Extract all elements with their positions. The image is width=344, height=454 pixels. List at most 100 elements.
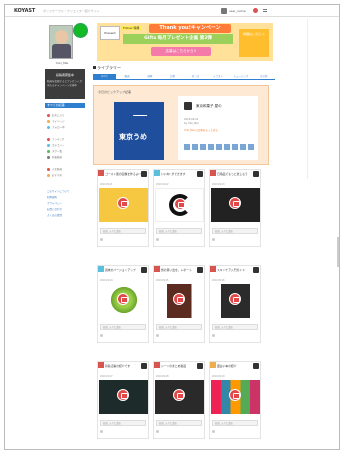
sidebar-link[interactable]: このサイトについて — [47, 189, 69, 193]
tab-item[interactable]: イラスト — [207, 74, 230, 79]
card-thumbnail[interactable] — [99, 188, 148, 222]
campaign-banner[interactable]: Present Follow 特典 Thank you!キャンペーン Gifts… — [97, 23, 273, 61]
promo-text: 動画を投稿するとプレゼントが当たるキャンペーン実施中 — [47, 80, 83, 87]
sidebar-item[interactable]: ランキング — [47, 137, 64, 141]
sidebar-item[interactable]: 新着動画 — [47, 155, 62, 159]
avatar-face — [55, 30, 68, 44]
content-card[interactable]: いいね! ができます 2019.09.02 お気に入りに追加 — [153, 169, 205, 247]
tab-item[interactable]: ダンス — [184, 74, 207, 79]
category-flag — [98, 266, 104, 272]
user-name[interactable]: user_name — [229, 9, 246, 13]
card-indicator — [100, 334, 103, 337]
notification-icon[interactable] — [253, 8, 258, 13]
sidebar-link[interactable]: 利用規約 — [47, 195, 57, 199]
card-thumbnail[interactable] — [99, 380, 148, 414]
card-favorite-button[interactable]: お気に入りに追加 — [212, 228, 258, 234]
content-card[interactable]: 週末のバージョンアップ 2019.09.04 お気に入りに追加 — [97, 265, 149, 343]
sidebar-link[interactable]: お問い合わせ — [47, 207, 62, 211]
card-indicator — [212, 238, 215, 241]
card-favorite-button[interactable]: お気に入りに追加 — [100, 324, 146, 330]
video-icon[interactable] — [173, 293, 185, 305]
card-date: 2019.09.08 — [156, 375, 169, 378]
card-title[interactable]: 日用品でもっと楽しもう — [217, 172, 253, 176]
card-title[interactable]: 面白い本の紹介 — [217, 364, 253, 368]
video-icon[interactable] — [117, 293, 129, 305]
card-indicator — [100, 430, 103, 433]
featured-article[interactable]: 今日のピックアップ記事 東京うめ 東京和菓子 屋の 2019.09.01 by … — [93, 85, 269, 165]
tab-item[interactable]: 動画 — [116, 74, 139, 79]
featured-book-cover[interactable]: 東京うめ — [114, 102, 164, 160]
card-thumbnail[interactable] — [155, 380, 204, 414]
sidebar-item[interactable]: おすすめ — [47, 173, 62, 177]
card-title[interactable]: スキンケア入門ガイド — [217, 268, 253, 272]
scrollbar-thumb[interactable] — [337, 237, 339, 267]
sidebar-link[interactable]: プライバシー — [47, 201, 62, 205]
category-tabs: すべて 動画 画像 記事 ダンス イラスト ミュージック その他 — [93, 74, 275, 80]
card-favorite-button[interactable]: お気に入りに追加 — [212, 420, 258, 426]
banner-details-button[interactable]: 詳細はこちら ＞ — [239, 29, 269, 57]
sidebar-item[interactable]: タグ一覧 — [47, 149, 62, 153]
card-thumbnail[interactable] — [211, 380, 260, 414]
card-indicator — [156, 334, 159, 337]
video-icon[interactable] — [173, 389, 185, 401]
card-title[interactable]: ゴースト風の画像を作るよ!! — [105, 172, 141, 176]
sidebar-item[interactable]: 人気動画 — [47, 167, 62, 171]
profile-avatar[interactable] — [49, 25, 73, 59]
tab-item[interactable]: その他 — [252, 74, 275, 79]
card-thumbnail[interactable] — [155, 188, 204, 222]
card-favorite-button[interactable]: お気に入りに追加 — [100, 228, 146, 234]
banner-apply-button[interactable]: 応募はこちらから!! — [151, 47, 211, 56]
card-favorite-button[interactable]: お気に入りに追加 — [156, 324, 202, 330]
content-card[interactable]: 日用品でもっと楽しもう 2019.09.03 お気に入りに追加 — [209, 169, 261, 247]
card-title[interactable]: 旅の思い出を。レポート — [161, 268, 197, 272]
video-icon[interactable] — [229, 389, 241, 401]
tab-item[interactable]: ミュージック — [230, 74, 253, 79]
card-title[interactable]: いいね! ができます — [161, 172, 197, 176]
tab-item[interactable]: 記事 — [161, 74, 184, 79]
content-card[interactable]: シーンのまとめ動画 2019.09.08 お気に入りに追加 — [153, 361, 205, 439]
sidebar-item[interactable]: カテゴリー — [47, 143, 65, 147]
category-flag — [154, 362, 160, 368]
card-favorite-button[interactable]: お気に入りに追加 — [212, 324, 258, 330]
card-thumbnail[interactable] — [99, 284, 148, 318]
menu-icon[interactable] — [263, 9, 267, 12]
content-card[interactable]: スキンケア入門ガイド 2019.09.06 お気に入りに追加 — [209, 265, 261, 343]
card-title[interactable]: 新着記事の紹介です — [105, 364, 141, 368]
content-card[interactable]: ゴースト風の画像を作るよ!! 2019.09.01 お気に入りに追加 — [97, 169, 149, 247]
card-thumbnail[interactable] — [211, 284, 260, 318]
content-card[interactable]: 新着記事の紹介です 2019.09.07 お気に入りに追加 — [97, 361, 149, 439]
site-logo[interactable]: KOYAST — [14, 8, 35, 14]
card-favorite-button[interactable]: お気に入りに追加 — [100, 420, 146, 426]
featured-more-link[interactable]: Yuki_Mai の記事をもっと見る — [184, 128, 218, 132]
video-icon[interactable] — [229, 293, 241, 305]
sidebar-item-icon — [47, 155, 50, 159]
sidebar-item-icon — [47, 173, 50, 177]
tab-item[interactable]: すべて — [93, 74, 116, 79]
category-flag — [210, 362, 216, 368]
sidebar-item[interactable]: お気に入り — [47, 113, 65, 117]
sidebar-item[interactable]: フォロー中 — [47, 125, 65, 129]
featured-thumbnails — [184, 144, 254, 150]
content-card[interactable]: 面白い本の紹介 2019.09.09 お気に入りに追加 — [209, 361, 261, 439]
video-icon[interactable] — [117, 197, 129, 209]
card-favorite-button[interactable]: お気に入りに追加 — [156, 228, 202, 234]
sidebar-link[interactable]: よくある質問 — [47, 213, 62, 217]
card-title[interactable]: 週末のバージョンアップ — [105, 268, 141, 272]
user-avatar-icon[interactable] — [221, 8, 227, 14]
sidebar-item[interactable]: マイページ — [47, 119, 64, 123]
card-favorite-button[interactable]: お気に入りに追加 — [156, 420, 202, 426]
card-badge-icon — [253, 267, 259, 273]
card-date: 2019.09.01 — [100, 183, 113, 186]
card-thumbnail[interactable] — [211, 188, 260, 222]
tab-item[interactable]: 画像 — [139, 74, 162, 79]
sidebar-item-label: 新着動画 — [52, 156, 63, 159]
card-thumbnail[interactable] — [155, 284, 204, 318]
video-icon[interactable] — [117, 389, 129, 401]
video-icon[interactable] — [229, 197, 241, 209]
sidebar-item-label: カテゴリー — [52, 144, 65, 147]
card-title[interactable]: シーンのまとめ動画 — [161, 364, 197, 368]
promo-box[interactable]: 投稿者募集中 動画を投稿するとプレゼントが当たるキャンペーン実施中 — [45, 69, 85, 99]
category-flag — [210, 170, 216, 176]
sidebar-selected-item[interactable]: すべての記事 — [45, 103, 85, 108]
content-card[interactable]: 旅の思い出を。レポート 2019.09.05 お気に入りに追加 — [153, 265, 205, 343]
